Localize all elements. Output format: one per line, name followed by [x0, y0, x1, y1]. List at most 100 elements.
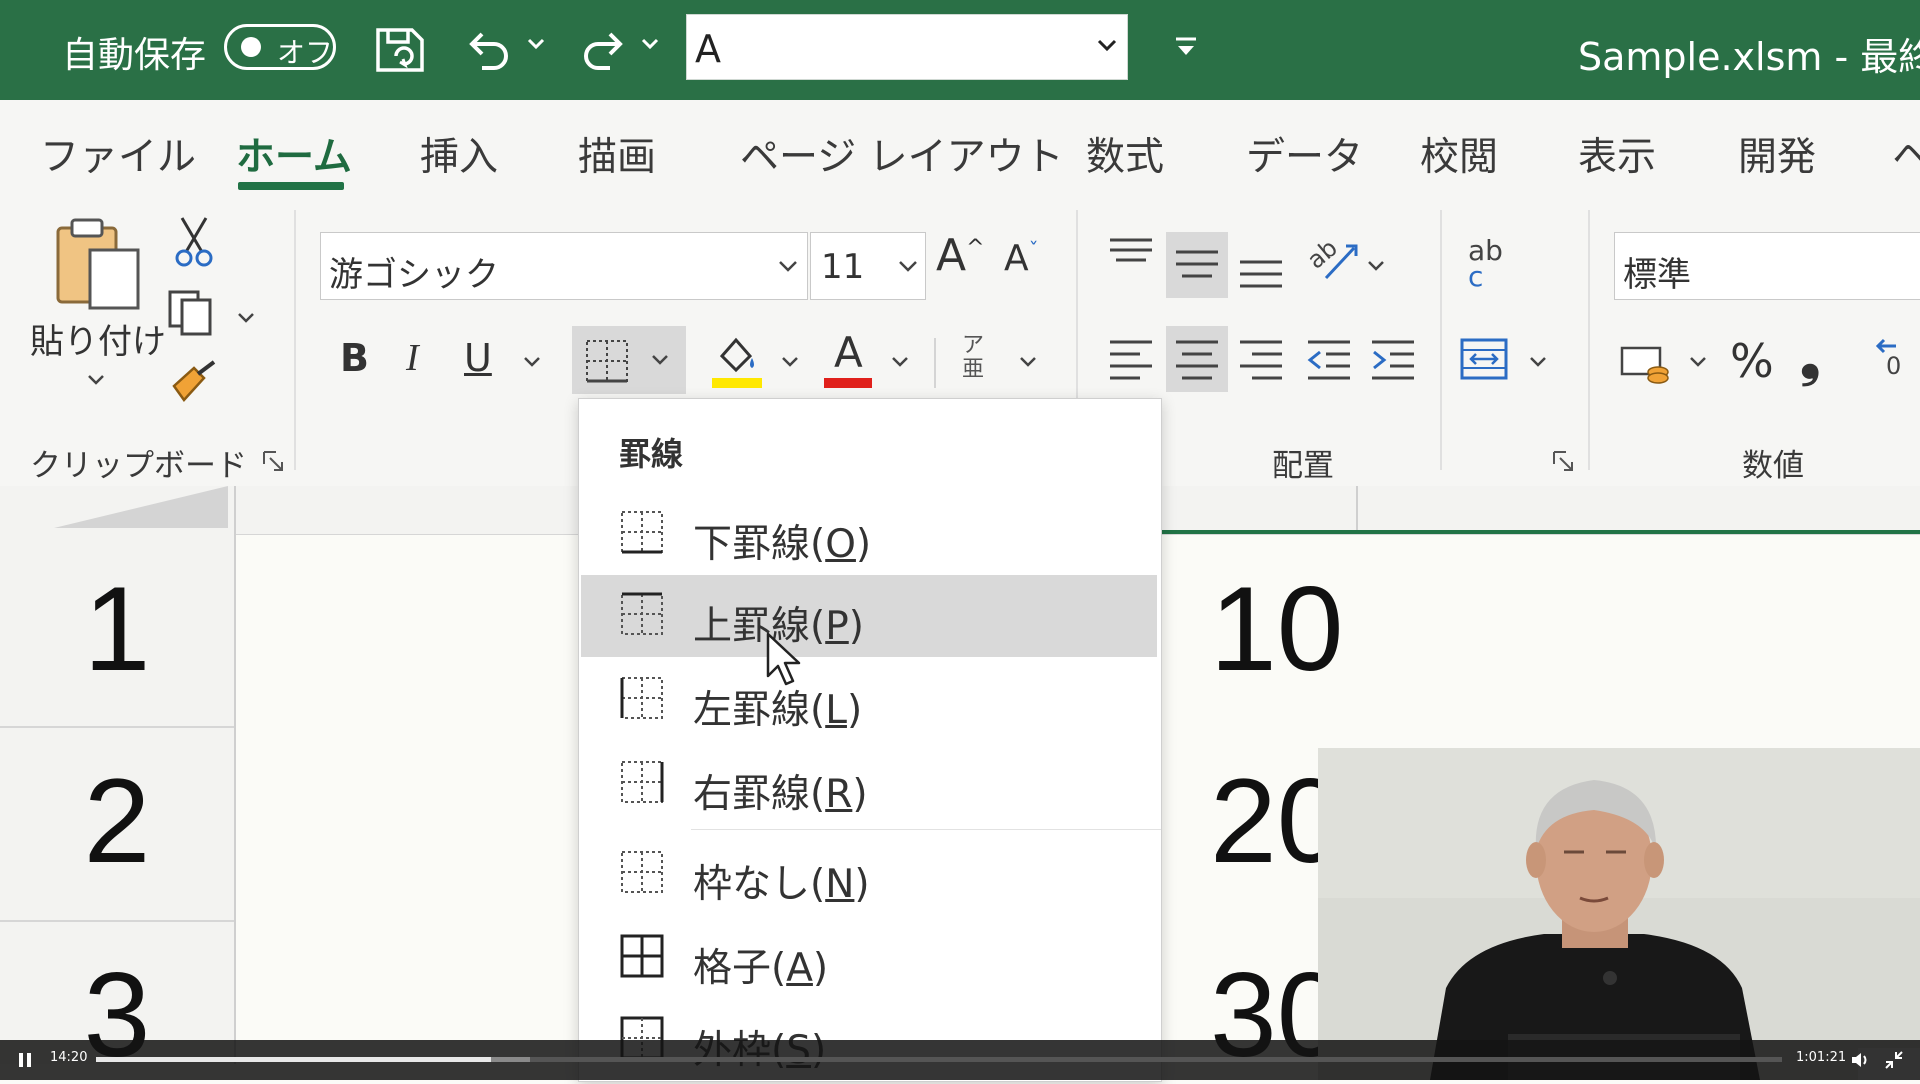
- ribbon-tab-bar: ファイル ホーム 挿入 描画 ページ レイアウト 数式 データ 校閲 表示 開発…: [0, 100, 1920, 196]
- exit-fullscreen-icon[interactable]: [1884, 1050, 1904, 1074]
- align-center-icon[interactable]: [1166, 326, 1228, 392]
- tab-developer[interactable]: 開発: [1738, 126, 1816, 182]
- phonetic-guide-button[interactable]: ア 亜: [962, 334, 984, 382]
- align-middle-icon[interactable]: [1166, 232, 1228, 298]
- cell-value[interactable]: 10: [1210, 560, 1343, 698]
- font-size-combo[interactable]: 11: [810, 232, 926, 300]
- accounting-format-icon[interactable]: [1620, 342, 1670, 390]
- chevron-down-icon[interactable]: [650, 352, 670, 372]
- align-top-icon[interactable]: [1108, 236, 1154, 276]
- menu-item-left-border[interactable]: 左罫線(L): [581, 659, 1157, 741]
- menu-item-top-border[interactable]: 上罫線(P): [581, 575, 1157, 657]
- tab-formulas[interactable]: 数式: [1086, 126, 1164, 182]
- undo-dropdown-icon[interactable]: [526, 34, 546, 58]
- decimal-glyph: 0: [1886, 352, 1902, 380]
- copy-dropdown-icon[interactable]: [236, 310, 256, 330]
- tab-page-layout[interactable]: ページ レイアウト: [740, 126, 1064, 182]
- fill-color-dropdown-icon[interactable]: [780, 354, 800, 374]
- text-orientation-icon[interactable]: ab: [1302, 234, 1360, 290]
- tab-view[interactable]: 表示: [1578, 126, 1656, 182]
- font-color-dropdown-icon[interactable]: [890, 354, 910, 374]
- tab-help[interactable]: ヘ: [1892, 126, 1920, 182]
- tab-home[interactable]: ホーム: [236, 126, 352, 182]
- clipboard-dialog-launcher-icon[interactable]: [262, 450, 286, 478]
- menu-item-right-border[interactable]: 右罫線(R): [581, 743, 1157, 825]
- left-border-icon: [619, 675, 665, 721]
- borders-button[interactable]: [572, 326, 686, 394]
- right-border-icon: [619, 759, 665, 805]
- font-color-button[interactable]: A: [822, 328, 874, 392]
- tab-insert[interactable]: 挿入: [420, 126, 498, 182]
- accounting-dropdown-icon[interactable]: [1688, 354, 1708, 374]
- tab-draw[interactable]: 描画: [578, 126, 656, 182]
- alignment-dialog-launcher-icon[interactable]: [1552, 450, 1576, 478]
- row-number[interactable]: 1: [0, 560, 234, 698]
- grow-font-glyph: A: [936, 230, 967, 281]
- volume-icon[interactable]: [1850, 1050, 1870, 1074]
- paste-icon[interactable]: [50, 216, 144, 316]
- comma-style-button[interactable]: ❟: [1800, 328, 1820, 389]
- font-name-combo[interactable]: 游ゴシック: [320, 232, 808, 300]
- redo-icon[interactable]: [576, 24, 632, 76]
- tab-file[interactable]: ファイル: [40, 126, 196, 182]
- increase-indent-icon[interactable]: [1370, 336, 1416, 386]
- paste-label[interactable]: 貼り付け: [30, 314, 166, 363]
- increase-font-size-button[interactable]: A^: [936, 230, 985, 281]
- phonetic-dropdown-icon[interactable]: [1018, 354, 1038, 374]
- increase-decimal-icon[interactable]: 0: [1874, 336, 1920, 390]
- tab-review[interactable]: 校閲: [1420, 126, 1498, 182]
- redo-dropdown-icon[interactable]: [640, 34, 660, 58]
- name-box[interactable]: A: [686, 14, 1128, 80]
- fill-color-icon[interactable]: [712, 332, 764, 394]
- font-name-value: 游ゴシック: [329, 255, 499, 295]
- wrap-text-bottom-glyph: c: [1468, 260, 1484, 293]
- copy-icon[interactable]: [166, 288, 218, 342]
- percent-style-button[interactable]: %: [1730, 334, 1774, 388]
- autosave-toggle[interactable]: オフ: [224, 24, 336, 70]
- merge-center-icon[interactable]: [1460, 336, 1508, 386]
- bold-button[interactable]: B: [340, 336, 369, 380]
- underline-dropdown-icon[interactable]: [522, 354, 542, 374]
- font-color-swatch: [824, 378, 872, 388]
- number-format-combo[interactable]: 標準: [1614, 232, 1920, 300]
- wrap-text-icon[interactable]: ab c: [1468, 237, 1503, 293]
- pause-icon[interactable]: [18, 1052, 32, 1072]
- align-bottom-icon[interactable]: [1238, 250, 1284, 294]
- number-format-value: 標準: [1623, 255, 1691, 295]
- decrease-indent-icon[interactable]: [1306, 336, 1352, 386]
- merge-dropdown-icon[interactable]: [1528, 354, 1548, 374]
- toggle-state-label: オフ: [277, 36, 334, 69]
- paste-dropdown-icon[interactable]: [86, 372, 106, 392]
- align-right-icon[interactable]: [1238, 336, 1284, 386]
- menu-item-all-borders[interactable]: 格子(A): [581, 917, 1157, 999]
- customize-toolbar-icon[interactable]: [1172, 34, 1200, 66]
- align-left-icon[interactable]: [1108, 336, 1154, 386]
- svg-text:ab: ab: [1306, 234, 1343, 274]
- chevron-down-icon[interactable]: [1095, 33, 1119, 61]
- format-painter-icon[interactable]: [168, 360, 220, 414]
- chevron-down-icon[interactable]: [777, 255, 799, 281]
- font-color-glyph: A: [834, 328, 863, 377]
- row-divider: [0, 726, 234, 728]
- row-number[interactable]: 2: [0, 752, 234, 890]
- borders-dropdown-menu: 罫線 下罫線(O) 上罫線(P) 左罫線(L) 右罫線(R) 枠なし(N) 格子…: [578, 398, 1162, 1082]
- save-icon[interactable]: [372, 24, 428, 76]
- decrease-font-size-button[interactable]: Aˇ: [1004, 238, 1039, 279]
- italic-button[interactable]: I: [406, 336, 419, 380]
- menu-item-no-border[interactable]: 枠なし(N): [581, 833, 1157, 915]
- column-divider: [234, 486, 236, 534]
- current-time: 14:20: [50, 1050, 88, 1065]
- cut-icon[interactable]: [172, 216, 216, 272]
- menu-item-label: 枠なし(N): [693, 862, 870, 907]
- menu-item-bottom-border[interactable]: 下罫線(O): [581, 493, 1157, 575]
- undo-icon[interactable]: [460, 24, 516, 76]
- underline-button[interactable]: U: [464, 336, 492, 380]
- active-tab-indicator: [238, 182, 344, 190]
- menu-item-label: 下罫線(O): [693, 522, 872, 567]
- orientation-dropdown-icon[interactable]: [1366, 258, 1386, 278]
- chevron-down-icon[interactable]: [897, 255, 919, 281]
- menu-divider: [691, 829, 1161, 830]
- tab-data[interactable]: データ: [1246, 126, 1363, 182]
- menu-item-label: 右罫線(R): [693, 772, 868, 817]
- autosave-label: 自動保存: [62, 35, 207, 76]
